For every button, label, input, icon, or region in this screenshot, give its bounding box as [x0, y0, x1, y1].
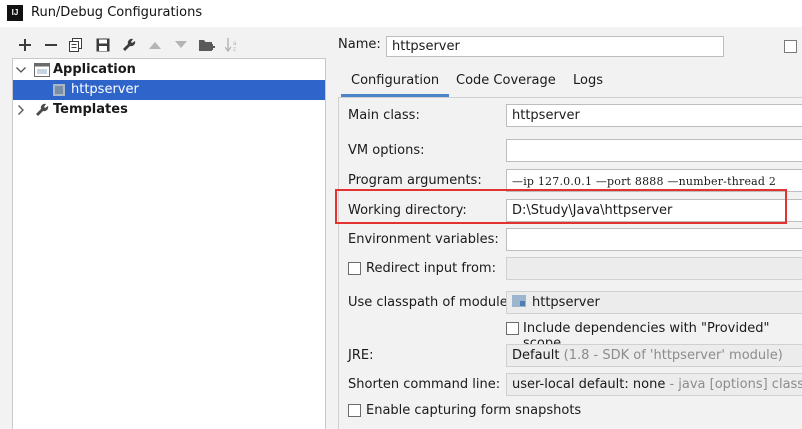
- shorten-command-line-select[interactable]: user-local default: none - java [options…: [506, 373, 802, 396]
- add-icon[interactable]: [16, 36, 34, 54]
- move-up-icon[interactable]: [146, 36, 164, 54]
- tree-node-templates[interactable]: Templates: [13, 100, 325, 120]
- classpath-module-select[interactable]: httpserver: [506, 291, 802, 314]
- share-checkbox[interactable]: [784, 40, 797, 53]
- configuration-panel: Main class: httpserver VM options: Progr…: [335, 97, 802, 429]
- main-class-label: Main class:: [348, 108, 420, 123]
- program-arguments-label: Program arguments:: [348, 173, 482, 188]
- intellij-logo-icon: IJ: [7, 5, 23, 21]
- redirect-input-field: [506, 257, 802, 280]
- window-title: Run/Debug Configurations: [31, 5, 203, 20]
- sort-icon[interactable]: az: [224, 36, 242, 54]
- redirect-input-label: Redirect input from:: [366, 261, 496, 276]
- jre-label: JRE:: [348, 348, 374, 363]
- module-icon: [512, 295, 526, 307]
- svg-text:z: z: [233, 47, 236, 52]
- remove-icon[interactable]: [42, 36, 60, 54]
- tab-configuration[interactable]: Configuration: [341, 73, 450, 97]
- vm-options-label: VM options:: [348, 143, 425, 158]
- redirect-input-checkbox[interactable]: [348, 262, 361, 275]
- enable-snapshots-label: Enable capturing form snapshots: [366, 403, 582, 418]
- tab-logs[interactable]: Logs: [563, 73, 613, 97]
- vm-options-field[interactable]: [506, 139, 802, 162]
- config-tabs: Configuration Code Coverage Logs: [338, 67, 802, 97]
- enable-snapshots-checkbox[interactable]: [348, 404, 361, 417]
- tree-node-httpserver[interactable]: httpserver: [13, 80, 325, 100]
- config-form: Name: httpserver Configuration Code Cove…: [335, 27, 802, 429]
- shorten-command-line-label: Shorten command line:: [348, 377, 501, 392]
- include-dependencies-checkbox[interactable]: [506, 322, 519, 335]
- jre-hint: (1.8 - SDK of 'httpserver' module): [563, 348, 783, 363]
- wrench-icon[interactable]: [120, 36, 138, 54]
- copy-icon[interactable]: [67, 36, 85, 54]
- environment-variables-label: Environment variables:: [348, 232, 499, 247]
- main-class-field[interactable]: httpserver: [506, 104, 802, 127]
- folder-add-icon[interactable]: [198, 36, 216, 54]
- jre-select[interactable]: Default (1.8 - SDK of 'httpserver' modul…: [506, 344, 802, 367]
- config-toolbar: az: [0, 33, 330, 57]
- environment-variables-field[interactable]: [506, 228, 802, 251]
- title-bar: IJ Run/Debug Configurations: [0, 0, 802, 27]
- chevron-right-icon[interactable]: [15, 104, 27, 116]
- jre-value: Default: [512, 348, 560, 363]
- move-down-icon[interactable]: [172, 36, 190, 54]
- tree-label-templates: Templates: [53, 102, 128, 117]
- tree-label-application: Application: [53, 62, 136, 77]
- classpath-module-value: httpserver: [532, 295, 600, 310]
- working-directory-field[interactable]: D:\Study\Java\httpserver: [506, 199, 802, 222]
- working-directory-label: Working directory:: [348, 203, 467, 218]
- name-field[interactable]: httpserver: [386, 36, 724, 57]
- application-icon: [34, 63, 50, 81]
- chevron-down-icon[interactable]: [15, 64, 27, 76]
- tree-label-httpserver: httpserver: [71, 82, 139, 97]
- config-tree: Application httpserver Templates: [12, 58, 326, 429]
- name-label: Name:: [338, 37, 381, 52]
- shorten-command-line-hint: - java [options] classname: [669, 377, 802, 392]
- tree-node-application[interactable]: Application: [13, 60, 325, 80]
- shorten-command-line-value: user-local default: none: [512, 377, 666, 392]
- program-arguments-field[interactable]: —ip 127.0.0.1 —port 8888 —number-thread …: [506, 169, 802, 192]
- save-icon[interactable]: [94, 36, 112, 54]
- classpath-module-label: Use classpath of module:: [348, 295, 513, 310]
- tab-code-coverage[interactable]: Code Coverage: [446, 73, 566, 97]
- wrench-icon: [35, 103, 49, 121]
- run-config-icon: [53, 83, 67, 101]
